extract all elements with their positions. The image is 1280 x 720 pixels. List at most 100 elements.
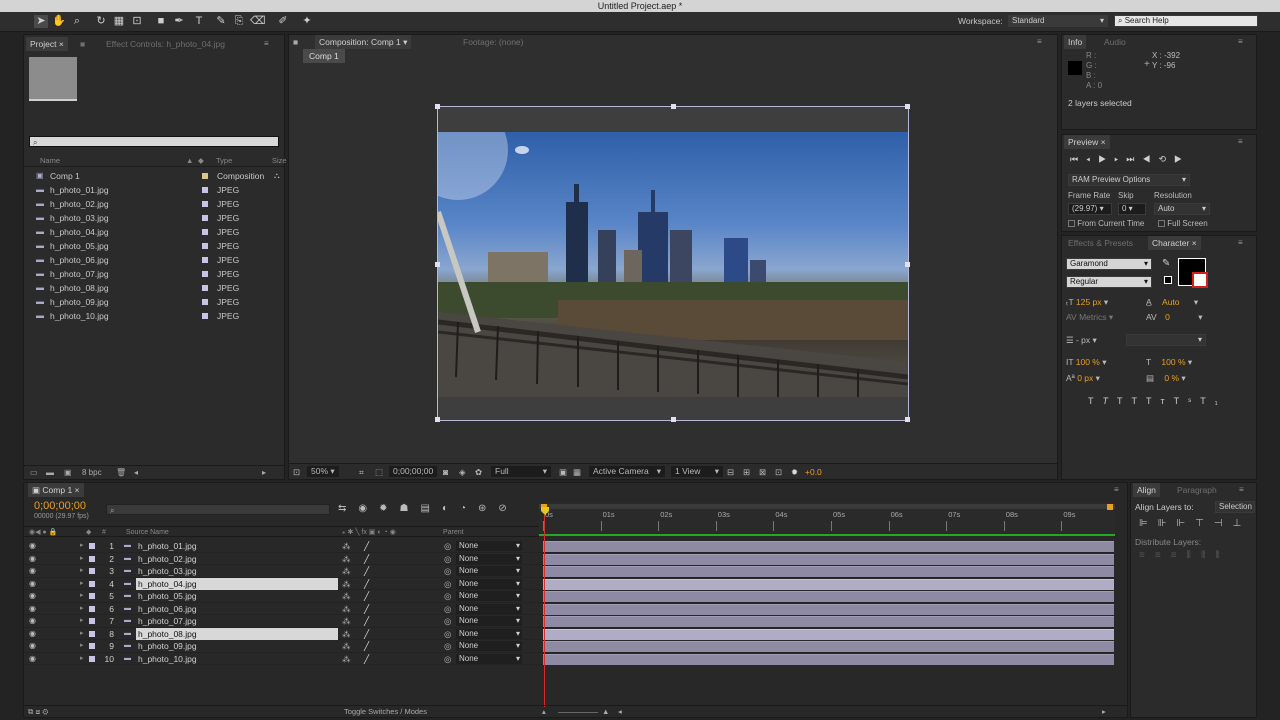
quality-switch-icon[interactable]: ╱: [364, 615, 369, 628]
layer-switches-toggle-icon[interactable]: ⧉ ⧈ ⚙: [28, 706, 48, 718]
distribute-top-icon[interactable]: ≡: [1139, 550, 1155, 561]
align-vcenter-icon[interactable]: ⊣: [1214, 518, 1233, 529]
hand-tool-icon[interactable]: ✋: [52, 15, 66, 28]
label-color-swatch[interactable]: [202, 243, 208, 249]
layer-source-name[interactable]: h_photo_01.jpg: [136, 540, 338, 553]
flowchart-icon[interactable]: ⊡: [775, 464, 782, 480]
label-color-swatch[interactable]: [89, 543, 95, 549]
layer-source-name[interactable]: h_photo_07.jpg: [136, 615, 338, 628]
loop-icon[interactable]: ⟲: [1158, 154, 1174, 164]
type-tool-icon[interactable]: T: [192, 15, 206, 28]
comp-timecode[interactable]: 0;00;00;00: [389, 466, 438, 477]
auto-keyframe-icon[interactable]: ⊘: [498, 503, 518, 514]
draft-3d-icon[interactable]: ✹: [379, 503, 399, 514]
layer-source-name[interactable]: h_photo_10.jpg: [136, 653, 338, 666]
label-color-swatch[interactable]: [202, 257, 208, 263]
expand-arrow-icon[interactable]: ▸: [80, 578, 84, 591]
quality-switch-icon[interactable]: ╱: [364, 553, 369, 566]
eye-icon[interactable]: ◉: [29, 653, 36, 666]
label-color-swatch[interactable]: [89, 580, 95, 587]
current-time-indicator-line[interactable]: [544, 515, 545, 707]
tab-effect-controls[interactable]: Effect Controls: h_photo_04.jpg: [106, 37, 225, 51]
kerning-value[interactable]: Metrics: [1079, 312, 1106, 322]
horizontal-scale-value[interactable]: 100 %: [1161, 357, 1185, 367]
camera-tool-icon[interactable]: ▦: [112, 15, 126, 28]
rectangle-tool-icon[interactable]: ■: [154, 15, 168, 28]
timeline-search-input[interactable]: ⌕: [106, 504, 330, 515]
timeline-timecode[interactable]: 0;00;00;00: [34, 500, 86, 512]
close-icon[interactable]: ×: [59, 39, 64, 49]
audio-icon[interactable]: ◀: [1142, 154, 1158, 164]
interpret-footage-icon[interactable]: ▭: [30, 466, 38, 480]
zoom-tool-icon[interactable]: ⌕: [70, 15, 84, 28]
project-item[interactable]: ▬ h_photo_02.jpg JPEG: [30, 197, 280, 211]
tab-footage[interactable]: Footage: (none): [463, 35, 523, 49]
photo-layer-image[interactable]: [438, 132, 908, 397]
comp-navigator-tab[interactable]: Comp 1: [303, 49, 345, 63]
label-color-swatch[interactable]: [202, 285, 208, 291]
shy-switch-icon[interactable]: ⁂: [342, 615, 351, 628]
view-layout-select[interactable]: 1 View ▾: [671, 466, 723, 477]
exposure-value[interactable]: +0.0: [805, 464, 822, 480]
rotate-tool-icon[interactable]: ↻: [94, 15, 108, 28]
panel-menu-icon[interactable]: ≡: [1037, 35, 1042, 49]
zoom-out-icon[interactable]: ▴: [542, 706, 546, 718]
eye-icon[interactable]: ◉: [29, 565, 36, 578]
font-family-select[interactable]: Garamond ▾: [1066, 258, 1152, 270]
layer-duration-bar[interactable]: [543, 603, 1114, 615]
layer-duration-bar[interactable]: [543, 591, 1114, 602]
all-caps-icon[interactable]: TT: [1117, 396, 1146, 406]
distribute-right-icon[interactable]: ⦀: [1215, 550, 1229, 561]
from-current-time-checkbox[interactable]: From Current Time: [1068, 219, 1144, 228]
align-left-icon[interactable]: ⊫: [1139, 518, 1158, 529]
label-color-swatch[interactable]: [89, 605, 95, 612]
panel-menu-icon[interactable]: ≡: [1238, 35, 1243, 49]
composition-mini-flowchart-icon[interactable]: ⇆: [338, 503, 358, 514]
scroll-right-icon[interactable]: ▸: [1102, 706, 1106, 718]
toggle-switches-modes-button[interactable]: Toggle Switches / Modes: [344, 706, 427, 718]
expand-arrow-icon[interactable]: ▸: [80, 540, 84, 553]
label-color-swatch[interactable]: [202, 173, 208, 179]
graph-editor-icon[interactable]: ◔: [460, 503, 478, 514]
label-color-swatch[interactable]: [202, 299, 208, 305]
align-right-icon[interactable]: ⊩: [1176, 518, 1195, 529]
tracking-value[interactable]: 0: [1165, 312, 1170, 322]
always-preview-icon[interactable]: ⊡: [293, 464, 300, 480]
project-item[interactable]: ▬ h_photo_01.jpg JPEG: [30, 183, 280, 197]
transform-handle[interactable]: [435, 417, 440, 422]
col-type[interactable]: Type: [216, 155, 232, 167]
eye-icon[interactable]: ◉: [29, 628, 36, 641]
parent-select[interactable]: None ▾: [456, 603, 522, 614]
quality-switch-icon[interactable]: ╱: [364, 628, 369, 641]
selection-tool-icon[interactable]: ➤: [34, 15, 48, 28]
eyedropper-icon[interactable]: ✎: [1162, 258, 1170, 269]
layer-source-name[interactable]: h_photo_05.jpg: [136, 590, 338, 603]
shy-switch-icon[interactable]: ⁂: [342, 553, 351, 566]
eye-icon[interactable]: ◉: [29, 615, 36, 628]
quality-switch-icon[interactable]: ╱: [364, 603, 369, 616]
project-item[interactable]: ▬ h_photo_09.jpg JPEG: [30, 295, 280, 309]
tab-project[interactable]: Project ×: [26, 37, 68, 51]
eraser-tool-icon[interactable]: ⌫: [250, 15, 266, 28]
layer-source-name[interactable]: h_photo_09.jpg: [136, 640, 338, 653]
resolution-select[interactable]: Full ▾: [491, 466, 551, 477]
label-color-swatch[interactable]: [89, 593, 95, 599]
pickwhip-icon[interactable]: ◎: [444, 640, 451, 653]
layer-duration-bar[interactable]: [543, 641, 1114, 652]
motion-blur-icon[interactable]: ◐: [442, 503, 460, 514]
transform-handle[interactable]: [435, 104, 440, 109]
quality-switch-icon[interactable]: ╱: [364, 640, 369, 653]
layer-source-name[interactable]: h_photo_08.jpg: [136, 627, 338, 640]
parent-select[interactable]: None ▾: [456, 653, 522, 664]
checkbox-icon[interactable]: [1068, 220, 1075, 228]
tab-info[interactable]: Info: [1064, 35, 1087, 49]
shy-switch-icon[interactable]: ⁂: [342, 540, 351, 553]
stroke-color-swatch[interactable]: [1192, 272, 1208, 288]
panel-menu-icon[interactable]: ≡: [1238, 135, 1243, 149]
expand-arrow-icon[interactable]: ▸: [80, 590, 84, 603]
tab-effects-presets[interactable]: Effects & Presets: [1068, 236, 1133, 250]
font-size-value[interactable]: 125 px: [1076, 297, 1102, 307]
navigator-end-handle[interactable]: [1107, 504, 1113, 510]
stroke-width-value[interactable]: - px: [1076, 335, 1090, 345]
tab-preview[interactable]: Preview ×: [1064, 135, 1110, 149]
